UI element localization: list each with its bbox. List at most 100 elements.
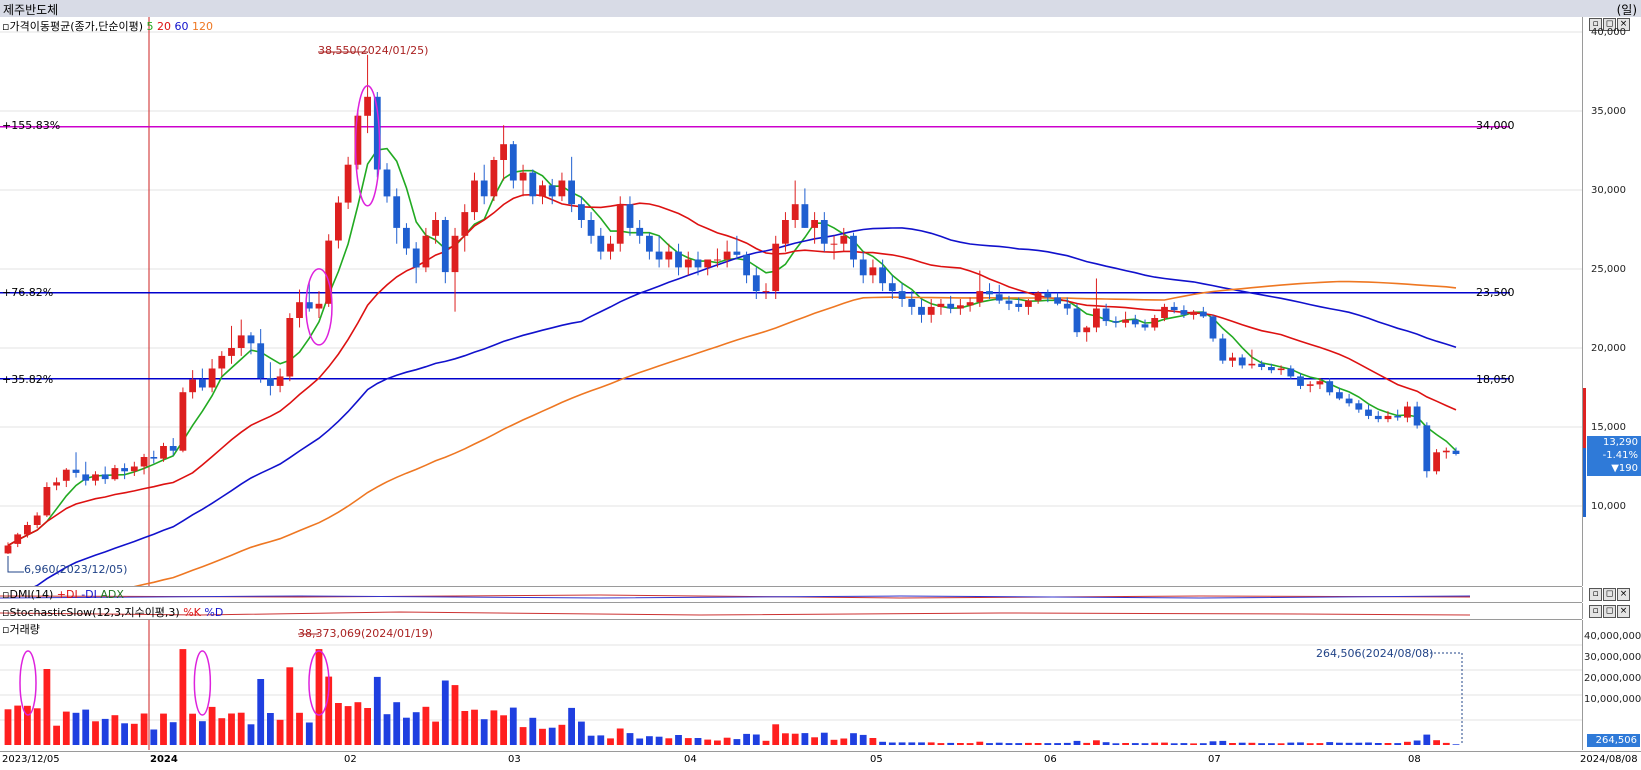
candle-body: [130, 466, 138, 472]
candle-body: [43, 487, 51, 516]
volume-bar: [1394, 743, 1402, 745]
stochastic-k: %K: [183, 606, 201, 619]
expand-icon[interactable]: ▫: [1589, 588, 1602, 601]
level-price-1: 34,000: [1476, 119, 1515, 132]
dmi-legend: ▫DMI(14) +DI -DI ADX: [2, 588, 124, 601]
volume-bar: [354, 702, 362, 745]
level-pct-2: +76.82%: [2, 286, 54, 299]
y-tick: 10,000: [1591, 501, 1626, 512]
candle-body: [820, 220, 828, 244]
volume-bar: [879, 741, 886, 745]
date-label: 05: [870, 754, 883, 765]
restore-icon[interactable]: ◻: [1603, 588, 1616, 601]
price-axis[interactable]: ▫ ◻ × 40,000 35,000 30,000 25,000 20,000 1…: [1582, 17, 1641, 586]
ma-120-label: 120: [192, 20, 213, 33]
volume-bar: [1063, 742, 1071, 745]
volume-bar: [471, 709, 478, 745]
volume-bar: [422, 706, 430, 745]
candle-body: [315, 303, 323, 309]
candle-body: [1287, 368, 1295, 377]
volume-bar: [1025, 742, 1032, 745]
candle-body: [24, 525, 31, 535]
volume-bar: [72, 712, 80, 745]
volume-bar: [587, 735, 595, 745]
volume-bar: [957, 743, 964, 745]
candle-body: [218, 355, 226, 369]
candle-body: [286, 318, 294, 377]
candle-body: [782, 220, 789, 244]
candle-body: [1112, 321, 1120, 323]
volume-bar: [1199, 743, 1207, 745]
volume-bar: [918, 742, 925, 745]
current-price-box: 13,290 -1.41% ▼190: [1587, 436, 1641, 476]
volume-bar: [432, 721, 439, 745]
y-tick: 30,000: [1591, 185, 1626, 196]
candle-body: [655, 251, 663, 260]
volume-bar: [607, 738, 614, 745]
candle-body: [558, 180, 566, 197]
volume-bar: [218, 718, 226, 745]
candle-body: [237, 335, 245, 348]
dmi-chart: [0, 594, 1471, 599]
volume-bar: [811, 737, 818, 745]
volume-bar: [1297, 742, 1304, 745]
volume-bar: [1112, 743, 1120, 745]
volume-bar: [684, 738, 692, 745]
restore-icon[interactable]: ◻: [1603, 605, 1616, 618]
candle-body: [616, 204, 624, 244]
candle-body: [1219, 338, 1227, 361]
date-label: 06: [1044, 754, 1057, 765]
volume-bar: [859, 734, 867, 745]
current-volume-box: 264,506: [1587, 734, 1640, 747]
candle-body: [1452, 450, 1460, 454]
volume-bar: [529, 717, 537, 746]
volume-bar: [179, 649, 187, 745]
period-unit[interactable]: (일): [1617, 1, 1637, 18]
date-label: 04: [684, 754, 697, 765]
volume-bar: [1044, 743, 1052, 745]
volume-bar: [286, 667, 294, 745]
date-label: 02: [344, 754, 357, 765]
price-chart: [0, 17, 1582, 586]
candle-body: [966, 302, 974, 306]
candle-body: [335, 202, 342, 241]
volume-bar: [1326, 742, 1334, 745]
candle-body: [986, 291, 993, 295]
y-tick: 40,000: [1591, 27, 1626, 38]
volume-bar: [616, 728, 624, 745]
volume-bar: [237, 712, 245, 745]
volume-bar: [1423, 734, 1431, 745]
volume-bar: [1093, 740, 1100, 745]
price-panel[interactable]: ▫가격이동평균(종가,단순이평) 5 20 60 120 +155.83% 34…: [0, 17, 1582, 587]
candle-body: [869, 267, 877, 276]
candle-body: [14, 534, 22, 544]
candle-body: [4, 545, 12, 554]
volume-bar: [714, 740, 721, 745]
volume-bar: [403, 717, 410, 745]
stochastic-panel[interactable]: ▫StochasticSlow(12,3,지수이평,3) %K %D: [0, 603, 1582, 620]
volume-bar: [801, 733, 809, 745]
date-label: 2024/08/08: [1580, 754, 1638, 765]
volume-panel[interactable]: ▫거래량 38,373,069(2024/01/19) 264,506(2024…: [0, 620, 1582, 750]
expand-icon[interactable]: ▫: [1589, 605, 1602, 618]
volume-bar: [772, 724, 780, 745]
dmi-panel[interactable]: ▫DMI(14) +DI -DI ADX: [0, 587, 1582, 603]
candle-body: [937, 303, 945, 307]
candle-body: [1229, 357, 1236, 361]
volume-bar: [762, 740, 770, 745]
volume-bar: [1287, 742, 1295, 745]
volume-bar: [1151, 742, 1159, 745]
candle-body: [723, 251, 731, 260]
close-icon[interactable]: ×: [1617, 605, 1630, 618]
close-icon[interactable]: ×: [1617, 588, 1630, 601]
volume-bar: [335, 703, 342, 745]
candle-body: [228, 348, 235, 356]
volume-bar: [1413, 740, 1421, 745]
candle-body: [908, 299, 916, 307]
candle-body: [1044, 292, 1052, 298]
candle-body: [684, 259, 692, 268]
dmi-panel-buttons: ▫ ◻ ×: [1589, 588, 1630, 601]
candle-body: [1355, 403, 1363, 410]
volume-bar: [441, 680, 449, 745]
candle-body: [500, 144, 507, 160]
